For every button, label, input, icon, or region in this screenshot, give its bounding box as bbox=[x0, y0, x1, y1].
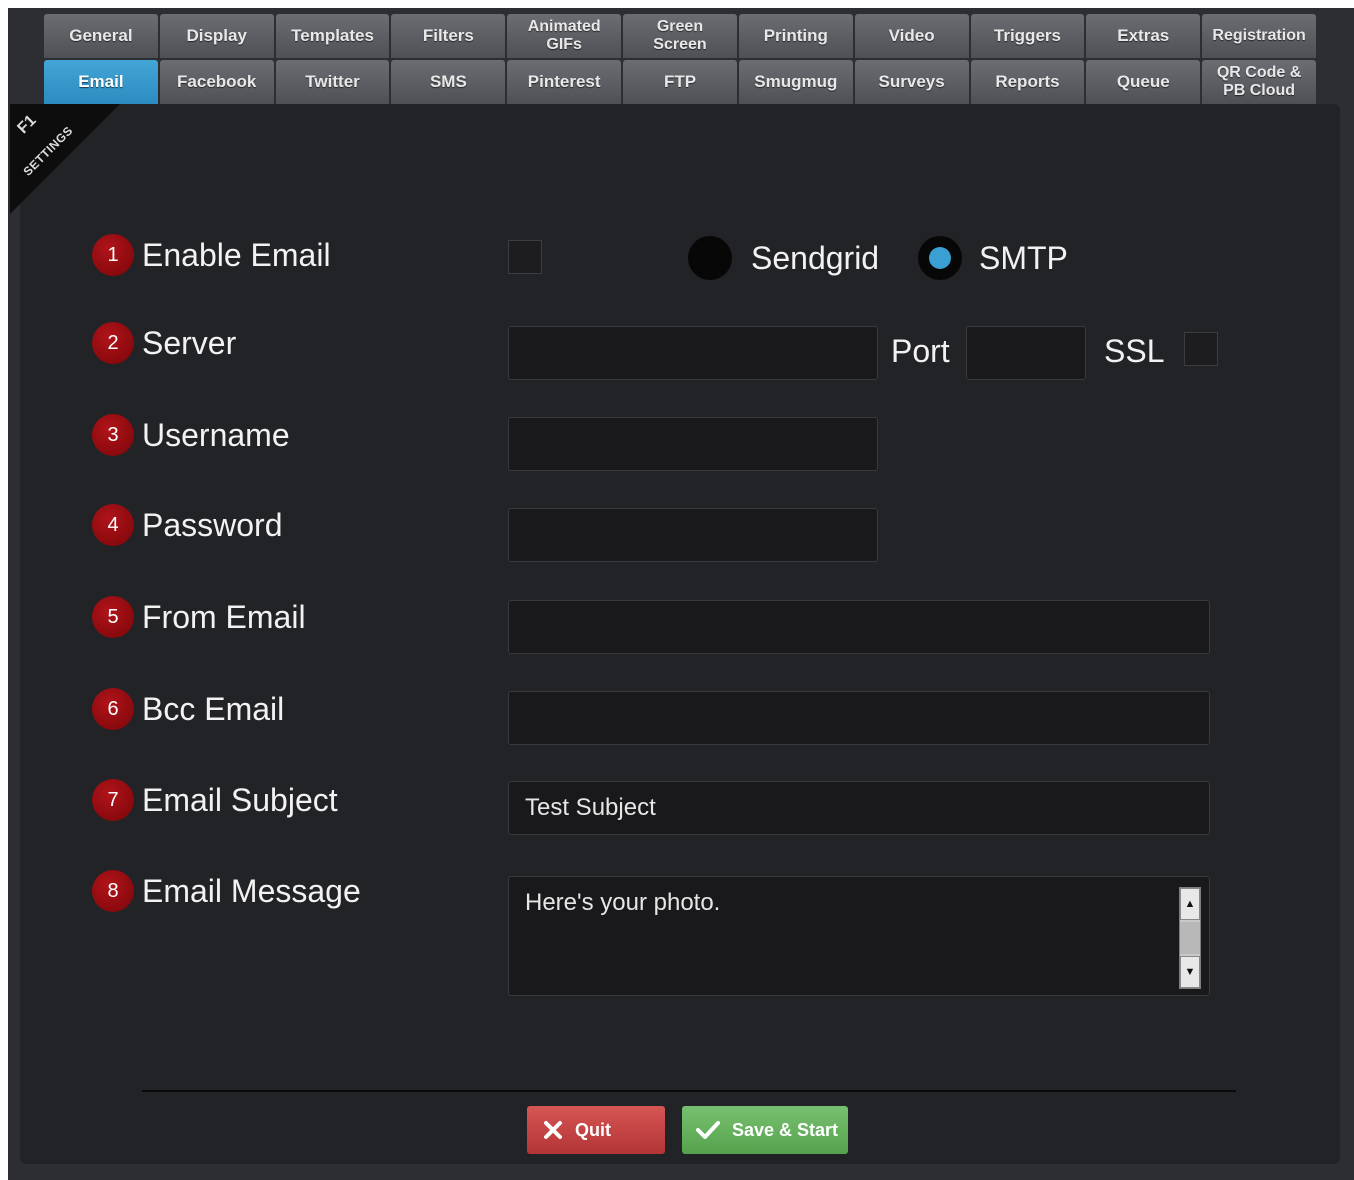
tab-video[interactable]: Video bbox=[854, 14, 969, 58]
tab-reports[interactable]: Reports bbox=[970, 60, 1085, 104]
save-start-label: Save & Start bbox=[732, 1119, 839, 1140]
save-start-button[interactable]: Save & Start bbox=[682, 1106, 848, 1154]
tab-registration[interactable]: Registration bbox=[1202, 14, 1316, 58]
tab-email[interactable]: Email bbox=[44, 60, 158, 104]
email-message-label: Email Message bbox=[142, 872, 361, 909]
tab-templates[interactable]: Templates bbox=[275, 14, 390, 58]
checkmark-icon bbox=[696, 1121, 720, 1139]
tab-facebook[interactable]: Facebook bbox=[159, 60, 274, 104]
username-label: Username bbox=[142, 416, 290, 453]
server-row: 2 Server bbox=[92, 322, 236, 364]
password-row: 4 Password bbox=[92, 504, 283, 546]
password-input[interactable] bbox=[508, 508, 878, 562]
close-icon bbox=[544, 1121, 562, 1139]
from-email-label: From Email bbox=[142, 598, 306, 635]
step-badge: 4 bbox=[92, 504, 134, 546]
tab-queue[interactable]: Queue bbox=[1086, 60, 1201, 104]
from-email-input[interactable] bbox=[508, 600, 1210, 654]
sendgrid-radio[interactable] bbox=[688, 236, 732, 280]
bcc-email-input[interactable] bbox=[508, 691, 1210, 745]
step-badge: 1 bbox=[92, 234, 134, 276]
bcc-email-label: Bcc Email bbox=[142, 690, 285, 727]
enable-email-label: Enable Email bbox=[142, 236, 331, 273]
tab-filters[interactable]: Filters bbox=[391, 14, 506, 58]
step-badge: 7 bbox=[92, 779, 134, 821]
smtp-label: SMTP bbox=[979, 240, 1068, 276]
step-badge: 3 bbox=[92, 414, 134, 456]
bcc-email-row: 6 Bcc Email bbox=[92, 688, 284, 730]
scroll-thumb[interactable] bbox=[1180, 922, 1200, 954]
sendgrid-label: Sendgrid bbox=[751, 240, 880, 276]
enable-email-checkbox[interactable] bbox=[508, 240, 542, 274]
ssl-checkbox[interactable] bbox=[1184, 332, 1218, 366]
radio-selected-dot bbox=[929, 247, 951, 269]
enable-email-row: 1 Enable Email bbox=[92, 234, 331, 276]
step-badge: 2 bbox=[92, 322, 134, 364]
email-message-row: 8 Email Message bbox=[92, 870, 361, 912]
server-label: Server bbox=[142, 324, 237, 361]
tab-twitter[interactable]: Twitter bbox=[275, 60, 390, 104]
ssl-label: SSL bbox=[1104, 333, 1165, 369]
tab-qr-code-pb-cloud[interactable]: QR Code & PB Cloud bbox=[1202, 60, 1316, 104]
quit-button[interactable]: Quit bbox=[527, 1106, 665, 1154]
tab-sms[interactable]: SMS bbox=[391, 60, 506, 104]
tab-pinterest[interactable]: Pinterest bbox=[507, 60, 622, 104]
tab-display[interactable]: Display bbox=[159, 14, 274, 58]
smtp-radio[interactable] bbox=[918, 236, 962, 280]
scroll-down-icon[interactable]: ▼ bbox=[1180, 956, 1200, 988]
username-row: 3 Username bbox=[92, 414, 290, 456]
server-input[interactable] bbox=[508, 326, 878, 380]
quit-label: Quit bbox=[575, 1119, 611, 1140]
tab-green-screen[interactable]: Green Screen bbox=[623, 14, 737, 58]
footer-divider bbox=[142, 1090, 1236, 1092]
tab-printing[interactable]: Printing bbox=[738, 14, 853, 58]
port-label: Port bbox=[891, 333, 950, 369]
tab-bar: General Display Templates Filters Animat… bbox=[44, 14, 1316, 104]
from-email-row: 5 From Email bbox=[92, 596, 306, 638]
email-message-text: Here's your photo. bbox=[525, 889, 721, 916]
scroll-up-icon[interactable]: ▲ bbox=[1180, 888, 1200, 920]
tab-surveys[interactable]: Surveys bbox=[854, 60, 969, 104]
username-input[interactable] bbox=[508, 417, 878, 471]
email-subject-input[interactable]: Test Subject bbox=[508, 781, 1210, 835]
tab-extras[interactable]: Extras bbox=[1086, 14, 1201, 58]
step-badge: 8 bbox=[92, 870, 134, 912]
port-input[interactable] bbox=[966, 326, 1086, 380]
email-subject-row: 7 Email Subject bbox=[92, 779, 338, 821]
tab-general[interactable]: General bbox=[44, 14, 158, 58]
step-badge: 6 bbox=[92, 688, 134, 730]
tab-triggers[interactable]: Triggers bbox=[970, 14, 1085, 58]
step-badge: 5 bbox=[92, 596, 134, 638]
email-message-textarea[interactable]: Here's your photo. ▲ ▼ bbox=[508, 876, 1210, 996]
password-label: Password bbox=[142, 506, 283, 543]
tab-smugmug[interactable]: Smugmug bbox=[738, 60, 853, 104]
email-subject-label: Email Subject bbox=[142, 781, 338, 818]
tab-animated-gifs[interactable]: Animated GIFs bbox=[507, 14, 622, 58]
message-scrollbar[interactable]: ▲ ▼ bbox=[1179, 887, 1201, 989]
settings-ribbon: F1 SETTINGS bbox=[10, 104, 140, 224]
tab-ftp[interactable]: FTP bbox=[623, 60, 737, 104]
